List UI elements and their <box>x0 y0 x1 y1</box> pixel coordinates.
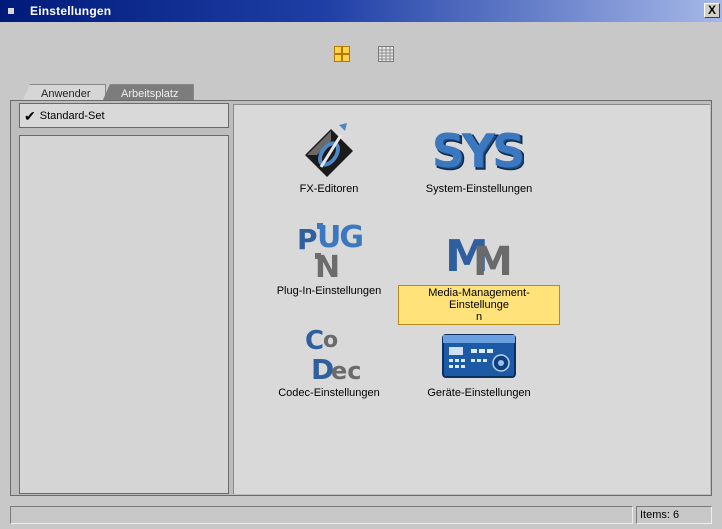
status-bar: Items: 6 <box>10 506 712 524</box>
system-einstellungen-label: System-Einstellungen <box>425 183 533 195</box>
plugin-einstellungen-label: Plug-In-Einstellungen <box>276 285 382 297</box>
codec-icon: C o D ec <box>305 326 362 381</box>
standard-set-item[interactable]: ✔ Standard-Set <box>19 103 229 128</box>
plugin-einstellungen-item[interactable]: P UG N Plug-In-Einstellungen <box>244 217 414 297</box>
fx-editor-icon <box>305 123 353 177</box>
codec-einstellungen-item[interactable]: C o D ec Codec-Einstellungen <box>244 319 414 399</box>
codec-einstellungen-label: Codec-Einstellungen <box>278 387 380 399</box>
media-management-icon: M M <box>445 231 513 279</box>
settings-icon-area: FX-Editoren SYS SYS System-Einstellungen… <box>233 104 710 494</box>
plugin-icon: P UG N <box>297 220 364 279</box>
system-menu-icon[interactable] <box>8 8 14 14</box>
standard-set-label: Standard-Set <box>39 109 105 122</box>
svg-text:SYS: SYS <box>434 124 522 177</box>
svg-text:M: M <box>473 239 513 279</box>
system-einstellungen-item[interactable]: SYS SYS System-Einstellungen <box>394 115 564 195</box>
svg-text:C: C <box>305 326 324 356</box>
geraete-einstellungen-item[interactable]: Geräte-Einstellungen <box>394 319 564 399</box>
sys-icon: SYS SYS <box>434 124 524 177</box>
fx-editoren-label: FX-Editoren <box>299 183 359 195</box>
large-icons-view-button[interactable] <box>334 46 350 62</box>
svg-text:ec: ec <box>331 357 362 381</box>
status-left <box>10 506 633 524</box>
settings-set-panel: ✔ Standard-Set <box>19 103 229 494</box>
window-title: Einstellungen <box>30 4 112 18</box>
fx-editoren-item[interactable]: FX-Editoren <box>244 115 414 195</box>
list-view-button[interactable] <box>378 46 394 62</box>
device-icon <box>442 334 516 378</box>
settings-set-list[interactable] <box>19 135 229 494</box>
svg-text:o: o <box>323 328 338 353</box>
geraete-einstellungen-label: Geräte-Einstellungen <box>427 387 531 399</box>
checkmark-icon: ✔ <box>24 107 36 124</box>
media-management-einstellungen-item[interactable]: M M Media-Management-Einstellunge n <box>394 217 564 325</box>
grid-list-icon <box>378 46 394 62</box>
view-toolbar <box>0 46 722 66</box>
grid-large-icons-icon <box>334 46 350 62</box>
items-count: Items: 6 <box>636 506 712 524</box>
close-button[interactable]: X <box>704 3 720 18</box>
title-bar: Einstellungen X <box>0 0 722 22</box>
